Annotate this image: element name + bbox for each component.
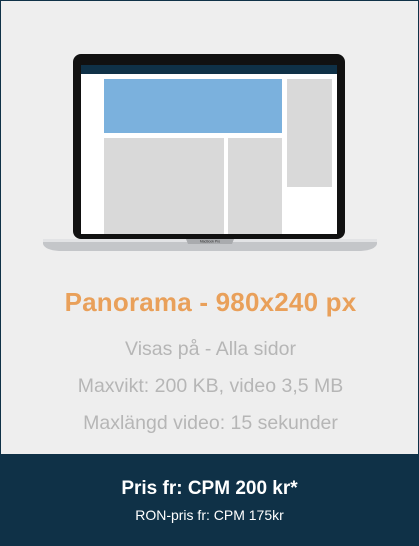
price-main: Pris fr: CPM 200 kr* (121, 478, 298, 499)
product-title: Panorama - 980x240 px (64, 287, 357, 317)
sidebar-placeholder (287, 79, 332, 187)
content-placeholder-right (228, 138, 282, 234)
price-footer: Pris fr: CPM 200 kr* RON-pris fr: CPM 17… (1, 454, 418, 545)
laptop-illustration: MacBook Pro (1, 1, 418, 271)
site-header-bar (81, 65, 337, 74)
content-placeholder-left (104, 138, 224, 234)
price-sub: RON-pris fr: CPM 175kr (135, 507, 284, 523)
spec-max-weight: Maxvikt: 200 KB, video 3,5 MB (77, 375, 344, 397)
spec-max-video-length: Maxlängd video: 15 sekunder (83, 412, 338, 434)
panorama-ad-slot (104, 79, 282, 133)
ad-format-card: MacBook Pro Panorama - 980x240 px Visas … (0, 0, 419, 546)
spec-placement: Visas på - Alla sidor (125, 338, 296, 360)
device-label: MacBook Pro (200, 240, 220, 244)
